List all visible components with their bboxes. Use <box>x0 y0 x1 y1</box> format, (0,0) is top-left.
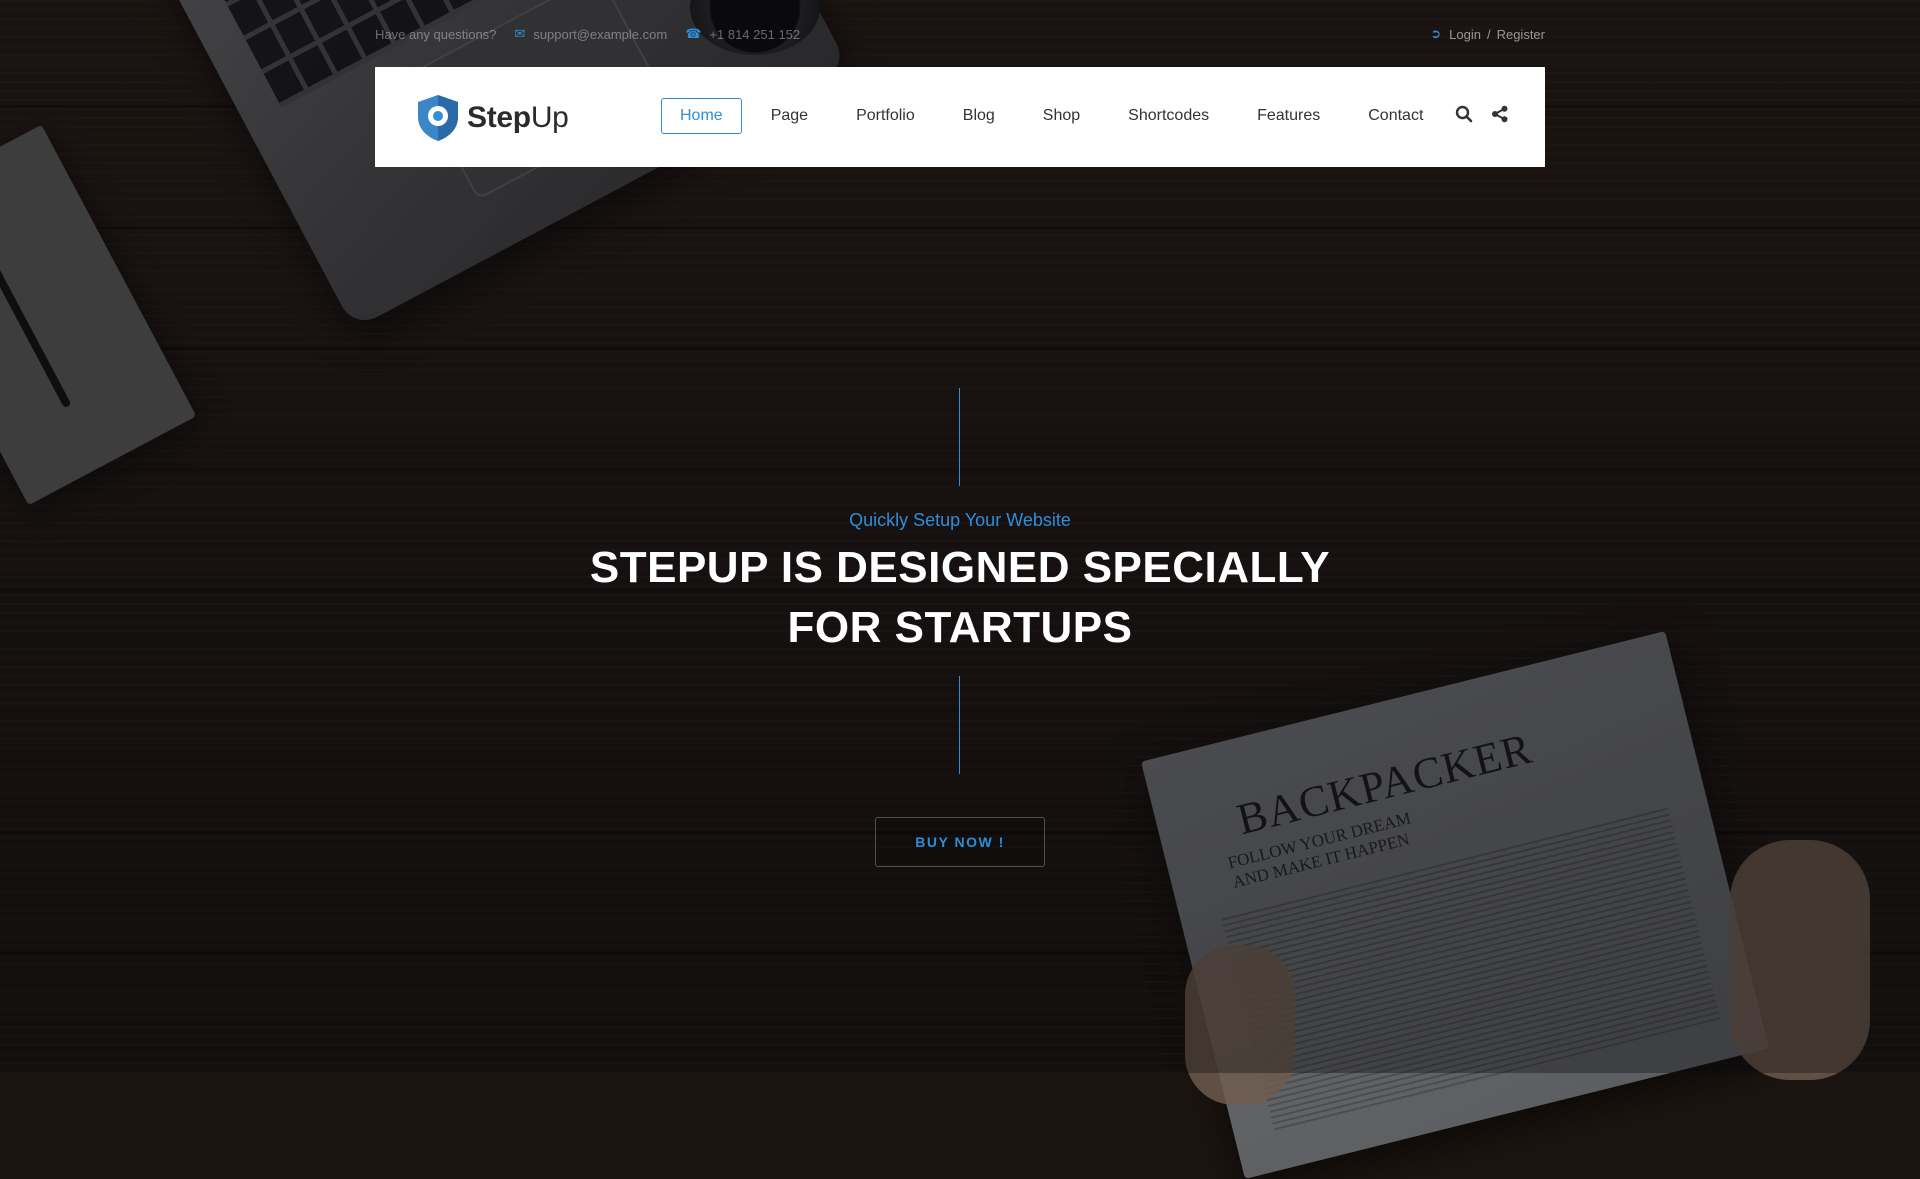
nav-item-home[interactable]: Home <box>661 98 742 134</box>
share-icon[interactable] <box>1491 105 1509 123</box>
hero-divider-top <box>959 388 960 486</box>
site-logo[interactable]: StepUp <box>415 93 569 143</box>
hero-headline-line2: FOR STARTUPS <box>787 603 1133 652</box>
login-separator: / <box>1486 26 1491 42</box>
nav-item-contact[interactable]: Contact <box>1349 98 1442 134</box>
phone-link[interactable]: ☎ +1 814 251 152 <box>685 26 800 42</box>
envelope-icon: ✉ <box>514 26 526 41</box>
email-link[interactable]: ✉ support@example.com <box>514 26 667 42</box>
hero-tagline: Quickly Setup Your Website <box>849 510 1071 530</box>
logo-text-bold: Step <box>467 101 531 134</box>
sign-in-icon: ➲ <box>1430 26 1442 41</box>
nav-item-features[interactable]: Features <box>1238 98 1339 134</box>
question-text: Have any questions? <box>375 26 497 42</box>
email-text: support@example.com <box>533 26 668 42</box>
contact-info: Have any questions? ✉ support@example.co… <box>375 26 818 42</box>
hero-headline: STEPUP IS DESIGNED SPECIALLY FOR STARTUP… <box>460 538 1460 658</box>
hero-divider-bottom <box>959 676 960 774</box>
hero-headline-line1: STEPUP IS DESIGNED SPECIALLY <box>589 543 1331 592</box>
phone-text: +1 814 251 152 <box>709 26 801 42</box>
nav-item-page[interactable]: Page <box>752 98 827 134</box>
register-link[interactable]: Register <box>1497 27 1545 42</box>
buy-now-button[interactable]: BUY NOW ! <box>875 817 1045 867</box>
phone-icon: ☎ <box>685 26 702 41</box>
nav-item-shop[interactable]: Shop <box>1024 98 1099 134</box>
logo-text: StepUp <box>467 101 569 135</box>
nav-item-blog[interactable]: Blog <box>944 98 1014 134</box>
account-links: ➲ Login / Register <box>1430 26 1545 42</box>
login-link[interactable]: Login <box>1449 27 1481 42</box>
main-header: StepUp Home Page Portfolio Blog Shop Sho… <box>375 67 1545 167</box>
header-tools <box>1455 105 1509 123</box>
nav-item-portfolio[interactable]: Portfolio <box>837 98 934 134</box>
shield-icon <box>418 95 458 141</box>
search-icon[interactable] <box>1455 105 1473 123</box>
top-bar: Have any questions? ✉ support@example.co… <box>375 26 1545 46</box>
main-nav: Home Page Portfolio Blog Shop Shortcodes… <box>661 98 1452 134</box>
logo-text-light: Up <box>530 101 569 134</box>
nav-item-shortcodes[interactable]: Shortcodes <box>1109 98 1228 134</box>
